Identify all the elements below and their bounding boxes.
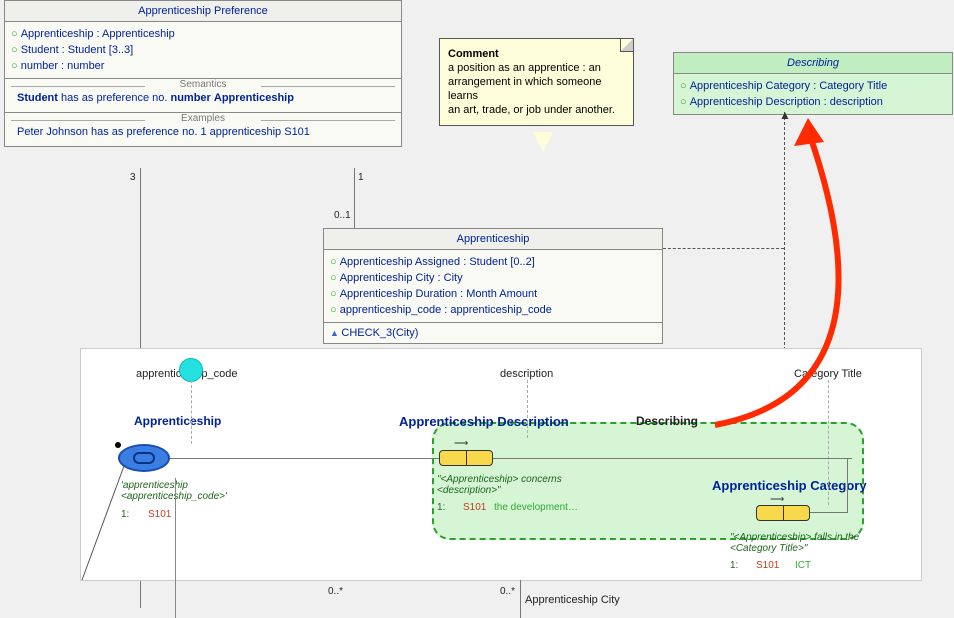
attr-row: Apprenticeship Description : description [680, 94, 946, 110]
attr-row: Apprenticeship Category : Category Title [680, 78, 946, 94]
attr-row: Student : Student [3..3] [11, 42, 395, 58]
entity-apprenticeship-preference[interactable]: Apprenticeship Preference Apprenticeship… [4, 0, 402, 147]
entity-attrs: Apprenticeship Category : Category Title… [674, 74, 952, 114]
dashed-connector [663, 248, 784, 249]
semantics-text: Student has as preference no. number App… [11, 90, 395, 108]
attr-row: Apprenticeship : Apprenticeship [11, 26, 395, 42]
entity-label: Apprenticeship City [525, 594, 620, 606]
comment-note[interactable]: Comment a position as an apprentice : an… [439, 38, 634, 126]
attr-row: apprenticeship_code : apprenticeship_cod… [330, 302, 656, 318]
multiplicity-label: 0..* [328, 586, 343, 597]
dashed-connector [828, 380, 829, 505]
entity-apprenticeship[interactable]: Apprenticeship Apprenticeship Assigned :… [323, 228, 663, 344]
examples-section: Examples Peter Johnson has as preference… [5, 113, 401, 146]
predicate-text: "<Apprenticeship> concerns [437, 474, 562, 485]
entity-label: Apprenticeship [134, 414, 221, 428]
value-type-label: description [500, 368, 553, 380]
entity-title: Apprenticeship Preference [5, 1, 401, 22]
comment-heading: Comment [448, 47, 625, 61]
population-index: 1: [437, 502, 445, 513]
connector-line [847, 458, 848, 512]
comment-line: arrangement in which someone learns [448, 75, 625, 103]
connector-line [354, 168, 355, 230]
population-index: 1: [730, 560, 738, 571]
dashed-connector [527, 380, 528, 438]
section-label: Semantics [11, 79, 395, 90]
section-label: Examples [11, 113, 395, 124]
describing-label: Describing [636, 414, 698, 428]
entity-label: Apprenticeship Category [712, 478, 867, 493]
sem-word: number [170, 92, 210, 104]
multiplicity-label: 3 [130, 172, 136, 183]
arrow-head-icon: ▲ [779, 108, 791, 122]
attr-row: number : number [11, 58, 395, 74]
population-value: S101 [463, 502, 486, 513]
attr-row: Apprenticeship Duration : Month Amount [330, 286, 656, 302]
multiplicity-label: 0..* [500, 586, 515, 597]
predicate-text: <Category Title>" [730, 543, 807, 554]
comment-line: an art, trade, or job under another. [448, 103, 625, 117]
check-row: CHECK_3(City) [324, 323, 662, 343]
sem-word: has as preference no. [58, 92, 171, 104]
connector-line [810, 512, 848, 513]
connector-line [175, 478, 176, 618]
end-dot-icon [115, 442, 121, 448]
orm-role-pair[interactable] [756, 505, 810, 521]
examples-text: Peter Johnson has as preference no. 1 ap… [11, 124, 395, 142]
predicate-text: <description>" [437, 485, 501, 496]
entity-title: Describing [674, 53, 952, 74]
multiplicity-label: 0..1 [334, 210, 351, 221]
connector-line [170, 458, 852, 459]
arrow-icon: ⟶ [454, 438, 468, 449]
population-value: ICT [795, 560, 811, 571]
attr-row: Apprenticeship City : City [330, 270, 656, 286]
sem-word: Student [17, 92, 58, 104]
entity-attrs: Apprenticeship : Apprenticeship Student … [5, 22, 401, 79]
entity-title: Apprenticeship [324, 229, 662, 250]
connector-line [80, 458, 160, 583]
highlight-dot [179, 358, 203, 382]
dashed-connector [191, 380, 192, 444]
population-value: S101 [756, 560, 779, 571]
connector-line [520, 580, 521, 618]
arrow-icon: ⟶ [770, 494, 784, 505]
population-value: the development… [494, 502, 578, 513]
sem-word: Apprenticeship [214, 92, 294, 104]
attr-row: Apprenticeship Assigned : Student [0..2] [330, 254, 656, 270]
semantics-section: Semantics Student has as preference no. … [5, 79, 401, 113]
entity-label: Apprenticeship Description [399, 414, 569, 429]
value-type-label: Category Title [794, 368, 862, 380]
comment-tail-icon [533, 132, 553, 152]
comment-line: a position as an apprentice : an [448, 61, 625, 75]
orm-role-pair[interactable] [439, 450, 493, 466]
multiplicity-label: 1 [358, 172, 364, 183]
predicate-text: "<Apprenticeship> falls in the [730, 532, 859, 543]
entity-attrs: Apprenticeship Assigned : Student [0..2]… [324, 250, 662, 323]
entity-describing[interactable]: Describing Apprenticeship Category : Cat… [673, 52, 953, 115]
